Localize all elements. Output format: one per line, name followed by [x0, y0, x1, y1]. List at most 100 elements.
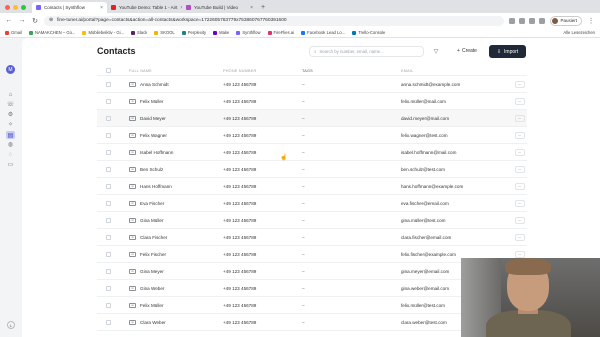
bookmark-item[interactable]: NAMAKCHEN – Go... — [28, 30, 75, 35]
profile-button[interactable]: Pausiert — [550, 15, 582, 26]
bookmark-label: Make — [219, 30, 230, 35]
row-checkbox[interactable] — [106, 268, 111, 274]
contact-card-icon: ▪▪ — [129, 149, 136, 155]
table-row[interactable]: ▪▪ Clara Fischer +49 123 456789 – clara.fisc… — [97, 229, 527, 246]
row-checkbox[interactable] — [106, 234, 111, 240]
row-checkbox[interactable] — [106, 302, 111, 308]
row-checkbox[interactable] — [106, 217, 111, 223]
bookmark-item[interactable]: Slack — [131, 30, 147, 35]
row-checkbox[interactable] — [106, 149, 111, 155]
contact-tags: – — [302, 268, 305, 274]
extension-icon[interactable] — [519, 17, 526, 24]
column-header-tags: TAGS — [302, 68, 313, 73]
address-bar[interactable]: ⊜ fine-tuner.ai/portal?page=contacts&act… — [44, 15, 505, 26]
row-checkbox[interactable] — [106, 98, 111, 104]
create-button[interactable]: + Create — [450, 45, 484, 57]
row-checkbox[interactable] — [106, 319, 111, 325]
new-tab-button[interactable]: + — [257, 4, 269, 13]
user-avatar[interactable]: L — [7, 321, 15, 329]
bookmark-item[interactable]: Mobilebeiktiv - Gi... — [82, 30, 124, 35]
row-actions-button[interactable]: ··· — [514, 131, 525, 139]
row-actions-button[interactable]: ··· — [514, 216, 525, 224]
tab-close-icon[interactable]: × — [250, 5, 253, 11]
table-row[interactable]: ▪▪ Hans Hoffmann +49 123 456789 – hans.hoffm… — [97, 178, 527, 195]
contact-tags: – — [302, 217, 305, 223]
all-bookmarks-button[interactable]: Alle Lesezeichen — [563, 30, 595, 35]
contact-tags: – — [302, 234, 305, 240]
row-checkbox[interactable] — [106, 251, 111, 257]
table-row[interactable]: ▪▪ David Meyer +49 123 456789 – david.meyer@… — [97, 110, 527, 127]
bookmark-item[interactable]: SKOOL — [154, 30, 175, 35]
row-checkbox[interactable] — [106, 166, 111, 172]
row-checkbox[interactable] — [106, 285, 111, 291]
extension-icon[interactable] — [539, 17, 546, 24]
row-checkbox[interactable] — [106, 200, 111, 206]
search-input[interactable]: ⌕ Search by number, email, name... — [309, 46, 424, 57]
forward-icon[interactable]: → — [18, 17, 26, 24]
row-checkbox[interactable] — [106, 81, 111, 87]
row-actions-button[interactable]: ··· — [514, 250, 525, 258]
back-icon[interactable]: ← — [5, 17, 13, 24]
row-actions-button[interactable]: ··· — [514, 182, 525, 190]
contact-name: Ben Schulz — [140, 166, 164, 172]
tab-label: YouTube Demo: Table 1 - Airt — [119, 5, 178, 10]
minimize-window-button[interactable] — [13, 5, 18, 10]
row-actions-button[interactable]: ··· — [514, 165, 525, 173]
table-row[interactable]: ▪▪ Ben Schulz +49 123 456789 – ben.schulz@te… — [97, 161, 527, 178]
extension-icon[interactable] — [509, 17, 516, 24]
book-icon[interactable]: ▭ — [7, 161, 14, 168]
contact-name: Isabel Hoffmann — [140, 149, 174, 155]
row-checkbox[interactable] — [106, 132, 111, 138]
row-actions-button[interactable]: ··· — [514, 148, 525, 156]
tab-close-icon[interactable]: × — [100, 5, 103, 11]
row-actions-button[interactable]: ··· — [514, 80, 525, 88]
bookmark-item[interactable]: Gmail — [5, 30, 22, 35]
import-button[interactable]: ⇩ Import — [489, 45, 526, 58]
row-actions-button[interactable]: ··· — [514, 114, 525, 122]
bookmark-favicon-icon — [154, 30, 159, 35]
select-all-checkbox[interactable] — [106, 68, 111, 73]
bookmark-item[interactable]: FireFlies.ai — [267, 30, 294, 35]
phone-icon[interactable]: ☏ — [7, 101, 15, 108]
bookmark-item[interactable]: Make — [213, 30, 229, 35]
filter-button[interactable]: ▽ — [430, 46, 442, 57]
webcam-overlay — [461, 258, 600, 337]
browser-menu-icon[interactable]: ⋮ — [587, 17, 595, 25]
row-actions-button[interactable]: ··· — [514, 97, 525, 105]
contact-name: Felix Wagner — [140, 132, 167, 138]
browser-tab[interactable]: YouTube Build | Video × — [182, 2, 257, 13]
bookmark-item[interactable]: Trello-Console — [352, 30, 385, 35]
chat-icon[interactable]: ◌ — [7, 151, 14, 158]
table-row[interactable]: ▪▪ Felix Wagner +49 123 456789 – felix.wagne… — [97, 127, 527, 144]
row-checkbox[interactable] — [106, 115, 111, 121]
bookmark-item[interactable]: Synthflow — [236, 30, 261, 35]
browser-tab[interactable]: YouTube Demo: Table 1 - Airt × — [107, 2, 182, 13]
close-window-button[interactable] — [5, 5, 10, 10]
workflow-icon[interactable]: ⚙ — [7, 111, 14, 118]
sparkle-icon[interactable]: ✧ — [7, 121, 14, 128]
table-row[interactable]: ▪▪ Gina Müller +49 123 456789 – gina.müller@… — [97, 212, 527, 229]
contact-name: Felix Müller — [140, 302, 164, 308]
bookmark-item[interactable]: Perplexity — [181, 30, 206, 35]
table-row[interactable]: ▪▪ Felix Müller +49 123 456789 – felix.mülle… — [97, 93, 527, 110]
table-row[interactable]: ▪▪ Anna Schmidt +49 123 456789 – anna.schmid… — [97, 76, 527, 93]
table-row[interactable]: ▪▪ Eva Fischer +49 123 456789 – eva.fischer@… — [97, 195, 527, 212]
contacts-icon[interactable]: ▤ — [6, 131, 15, 139]
contact-email: felix.fischer@example.com — [401, 251, 456, 257]
extension-icon[interactable] — [529, 17, 536, 24]
bookmark-item[interactable]: Facebook Lead Lo... — [301, 30, 345, 35]
home-icon[interactable]: ⌂ — [7, 91, 14, 98]
row-actions-button[interactable]: ··· — [514, 233, 525, 241]
contact-card-icon: ▪▪ — [129, 319, 136, 325]
reload-icon[interactable]: ↻ — [31, 17, 39, 25]
table-row[interactable]: ▪▪ Isabel Hoffmann +49 123 456789 – isabel.h… — [97, 144, 527, 161]
globe-icon[interactable]: ◍ — [7, 141, 14, 148]
workspace-logo[interactable]: M — [6, 65, 15, 74]
row-checkbox[interactable] — [106, 183, 111, 189]
row-actions-button[interactable]: ··· — [514, 199, 525, 207]
bookmark-favicon-icon — [301, 30, 306, 35]
browser-tab[interactable]: Contacts | Synthflow × — [32, 2, 107, 13]
site-info-icon[interactable]: ⊜ — [49, 18, 53, 23]
contact-card-icon: ▪▪ — [129, 285, 136, 291]
maximize-window-button[interactable] — [21, 5, 26, 10]
